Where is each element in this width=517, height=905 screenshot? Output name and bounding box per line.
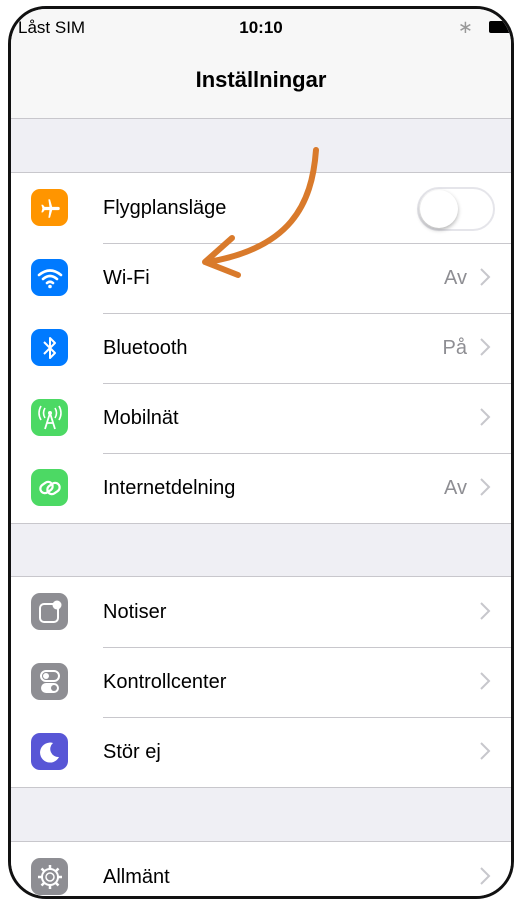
row-label: Internetdelning — [103, 477, 236, 499]
chevron-right-icon — [480, 867, 491, 885]
settings-group-notifications: Notiser Kontrollcenter Stör ej — [11, 576, 511, 788]
settings-row-airplane-mode[interactable]: Flygplansläge — [11, 173, 511, 243]
settings-row-hotspot[interactable]: Internetdelning Av — [11, 453, 511, 523]
settings-group-connectivity: Flygplansläge Wi-Fi Av Bluetooth På Mobi… — [11, 172, 511, 524]
row-label: Flygplansläge — [103, 197, 227, 219]
settings-row-wifi[interactable]: Wi-Fi Av — [11, 243, 511, 313]
airplane-mode-toggle[interactable] — [417, 187, 495, 231]
chevron-right-icon — [480, 742, 491, 760]
page-title: Inställningar — [195, 67, 327, 92]
cellular-icon — [31, 399, 68, 436]
row-label: Wi-Fi — [103, 267, 150, 289]
settings-group-general: Allmänt — [11, 841, 511, 896]
status-bar: Låst SIM 10:10 ∗ — [11, 9, 511, 47]
moon-icon — [31, 733, 68, 770]
row-value: Av — [444, 267, 467, 289]
settings-row-do-not-disturb[interactable]: Stör ej — [11, 717, 511, 787]
settings-row-control-center[interactable]: Kontrollcenter — [11, 647, 511, 717]
chevron-right-icon — [480, 672, 491, 690]
row-label: Bluetooth — [103, 337, 188, 359]
row-label: Notiser — [103, 601, 167, 623]
chevron-right-icon — [480, 408, 491, 426]
airplane-icon — [31, 189, 68, 226]
chevron-right-icon — [480, 478, 491, 496]
settings-row-notifications[interactable]: Notiser — [11, 577, 511, 647]
gear-icon — [31, 858, 68, 895]
toggle-knob — [420, 190, 458, 228]
row-value: På — [442, 337, 467, 359]
chevron-right-icon — [480, 268, 491, 286]
status-time: 10:10 — [239, 18, 283, 37]
row-label: Stör ej — [103, 741, 161, 763]
row-label: Allmänt — [103, 866, 170, 888]
wifi-icon — [31, 259, 68, 296]
navigation-bar: Inställningar — [11, 47, 511, 119]
bluetooth-status-icon: ∗ — [457, 17, 473, 37]
row-value: Av — [444, 477, 467, 499]
settings-row-general[interactable]: Allmänt — [11, 842, 511, 896]
hotspot-icon — [31, 469, 68, 506]
phone-frame: Låst SIM 10:10 ∗ Inställningar Flygplans… — [8, 6, 514, 899]
bluetooth-icon — [31, 329, 68, 366]
row-label: Kontrollcenter — [103, 671, 227, 693]
row-label: Mobilnät — [103, 407, 179, 429]
control-center-icon — [31, 663, 68, 700]
chevron-right-icon — [480, 338, 491, 356]
notifications-icon — [31, 593, 68, 630]
settings-row-bluetooth[interactable]: Bluetooth På — [11, 313, 511, 383]
settings-row-cellular[interactable]: Mobilnät — [11, 383, 511, 453]
battery-icon — [489, 21, 511, 33]
chevron-right-icon — [480, 602, 491, 620]
